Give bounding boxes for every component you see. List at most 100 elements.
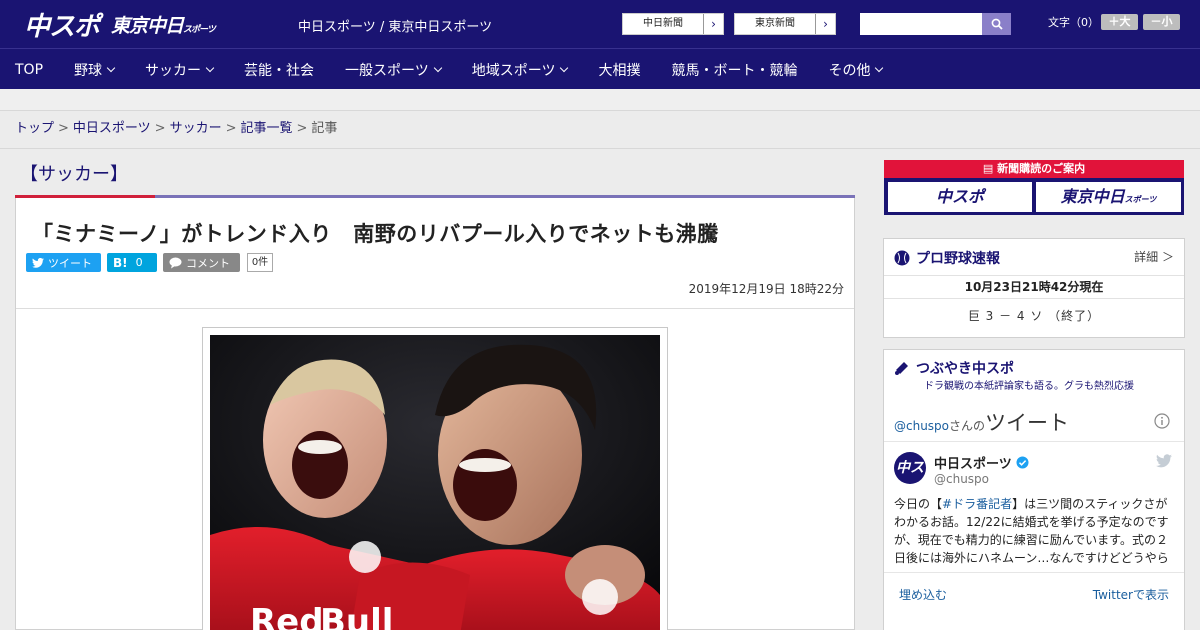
tweet-hashtag-link[interactable]: #ドラ番記者 (942, 497, 1012, 511)
baseball-icon (894, 250, 910, 266)
comment-count: 0件 (247, 253, 273, 272)
tweet-author[interactable]: 中日スポーツ (934, 453, 1029, 472)
subscribe-banner-title: ▤ 新聞購読のご案内 (884, 160, 1184, 178)
chevron-down-icon (560, 63, 569, 72)
timeline-handle-suffix: さんの (949, 419, 986, 433)
article-divider (16, 308, 854, 309)
nav-item[interactable]: サッカー (145, 60, 215, 80)
twitter-timeline: @chuspo さんの ツイート 中ス 中日スポーツ @chuspo 今日の【#… (884, 397, 1184, 617)
breadcrumb-sep: > (154, 121, 166, 136)
baseball-updated: 10月23日21時42分現在 (884, 275, 1184, 299)
svg-text:Bull: Bull (320, 602, 393, 630)
nav-item-label: 競馬・ボート・競輪 (671, 62, 798, 79)
subscribe-tokyo-chunichi[interactable]: 東京中日スポーツ (1036, 182, 1181, 212)
article: 「ミナミーノ」がトレンド入り 南野のリバプール入りでネットも沸騰 ツイート B!… (15, 198, 855, 630)
baseball-detail-link[interactable]: 詳細 ＞ (1134, 248, 1174, 265)
baseball-score[interactable]: 巨 3 － 4 ソ （終了） (884, 307, 1184, 324)
nav-item-label: 一般スポーツ (345, 62, 429, 79)
breadcrumb-current: 記事 (311, 121, 338, 136)
site-logo[interactable]: 中スポ 東京中日スポーツ (24, 8, 216, 42)
tweet-text-part: 今日の【 (894, 497, 943, 511)
chevron-down-icon (106, 63, 116, 72)
subscribe-chuspo[interactable]: 中スポ (888, 182, 1032, 212)
comment-label: コメント (186, 256, 230, 270)
tsubuyaki-subtitle: ドラ観戦の本紙評論家も語る。グラも熱烈応援 (924, 381, 1134, 392)
timeline-handle-link[interactable]: @chuspo (894, 419, 949, 433)
search-icon (991, 18, 1003, 30)
tweet-label: ツイート (48, 256, 92, 270)
breadcrumb-chunichi-sports[interactable]: 中日スポーツ (73, 121, 151, 136)
chevron-down-icon (875, 63, 884, 72)
twitter-bird-icon[interactable] (1156, 454, 1172, 468)
subscribe-title-text: 新聞購読のご案内 (997, 162, 1086, 175)
logo-tokyo-chunichi-text: 東京中日 (111, 14, 184, 37)
nav-item-label: 地域スポーツ (471, 62, 556, 79)
tokyo-shimbun-link[interactable]: 東京新聞 › (734, 13, 836, 35)
baseball-title-text: プロ野球速報 (916, 251, 1000, 267)
megaphone-icon (895, 362, 908, 375)
timeline-footer-divider (884, 572, 1184, 573)
timeline-heading: ツイート (985, 411, 1070, 435)
hatena-bookmark-button[interactable]: B! 0 (107, 253, 157, 272)
tweet-button[interactable]: ツイート (26, 253, 101, 272)
breadcrumb-sep: > (296, 121, 308, 136)
newspaper-icon: ▤ (982, 162, 994, 175)
nav-item[interactable]: TOP (15, 62, 43, 78)
chevron-down-icon (433, 63, 442, 72)
logo-tokyo-chunichi-small: スポーツ (183, 24, 216, 35)
nav-item-label: サッカー (145, 62, 202, 79)
nav-item[interactable]: 一般スポーツ (345, 60, 442, 80)
celebrating-players-image: Red Bull (210, 335, 660, 630)
logo-tokyo-chunichi: 東京中日スポーツ (111, 11, 216, 38)
nav-item[interactable]: その他 (828, 60, 884, 80)
font-decrease-button[interactable]: －小 (1143, 14, 1180, 30)
info-icon[interactable] (1154, 413, 1170, 429)
chevron-right-icon: › (815, 14, 835, 34)
chuspo-avatar[interactable]: 中ス (894, 452, 926, 484)
search-button[interactable] (982, 13, 1011, 35)
article-title: 「ミナミーノ」がトレンド入り 南野のリバプール入りでネットも沸騰 (32, 222, 719, 246)
chevron-down-icon (205, 63, 215, 72)
logo-chuspo: 中スポ (24, 11, 100, 42)
nav-item[interactable]: 競馬・ボート・競輪 (671, 60, 797, 80)
main-nav-list: TOP 野球 サッカー 芸能・社会 一般スポーツ 地域スポーツ 大相撲 競馬・ボート・競輪 その… (0, 49, 1200, 90)
font-size-label: 文字（0） (1048, 16, 1099, 29)
top-header: 中スポ 東京中日スポーツ 中日スポーツ / 東京中日スポーツ 中日新聞 › 東京新… (0, 0, 1200, 48)
font-increase-button[interactable]: ＋大 (1101, 14, 1138, 30)
article-date: 2019年12月19日 18時22分 (688, 282, 844, 296)
nav-item[interactable]: 大相撲 (598, 60, 640, 80)
chunichi-shimbun-link[interactable]: 中日新聞 › (622, 13, 724, 35)
svg-text:Red: Red (250, 602, 324, 630)
tweet-author-handle[interactable]: @chuspo (934, 472, 989, 486)
embed-link[interactable]: 埋め込む (899, 586, 947, 603)
nav-item-label: 大相撲 (598, 62, 641, 79)
tokyo-shimbun-label: 東京新聞 (755, 18, 795, 29)
speech-bubble-icon (169, 257, 182, 268)
article-photo[interactable]: Red Bull (210, 335, 660, 630)
baseball-scores-box: プロ野球速報 詳細 ＞ 10月23日21時42分現在 巨 3 － 4 ソ （終了… (883, 238, 1185, 338)
chunichi-shimbun-label: 中日新聞 (643, 18, 683, 29)
sub-nav-strip (0, 89, 1200, 111)
subscribe-tokyo-chunichi-text: 東京中日 (1060, 187, 1125, 206)
nav-item[interactable]: 芸能・社会 (244, 60, 314, 80)
twitter-bird-icon (32, 257, 44, 268)
view-on-twitter-link[interactable]: Twitterで表示 (1093, 586, 1169, 603)
baseball-box-title: プロ野球速報 (894, 248, 1000, 268)
breadcrumb-article-list[interactable]: 記事一覧 (241, 121, 293, 136)
nav-item-label: その他 (828, 62, 871, 79)
breadcrumb-soccer[interactable]: サッカー (170, 121, 222, 136)
nav-item[interactable]: 地域スポーツ (471, 60, 569, 80)
site-name-link[interactable]: 中日スポーツ / 東京中日スポーツ (298, 16, 492, 35)
article-photo-frame: Red Bull (202, 327, 668, 630)
nav-item[interactable]: 野球 (74, 60, 116, 80)
breadcrumb-sep: > (58, 121, 69, 136)
tweet-body: 今日の【#ドラ番記者】は三ツ間のスティックさがわかるお話。12/22に結婚式を挙… (894, 495, 1174, 567)
hatena-label: B! (113, 255, 128, 270)
nav-item-label: TOP (15, 61, 44, 78)
hatena-count: 0 (135, 256, 143, 269)
breadcrumb-top[interactable]: トップ (15, 121, 54, 136)
nav-item-label: 野球 (74, 62, 103, 79)
comment-button[interactable]: コメント (163, 253, 240, 272)
subscribe-tokyo-chunichi-small: スポーツ (1124, 195, 1157, 204)
timeline-divider (884, 441, 1184, 442)
